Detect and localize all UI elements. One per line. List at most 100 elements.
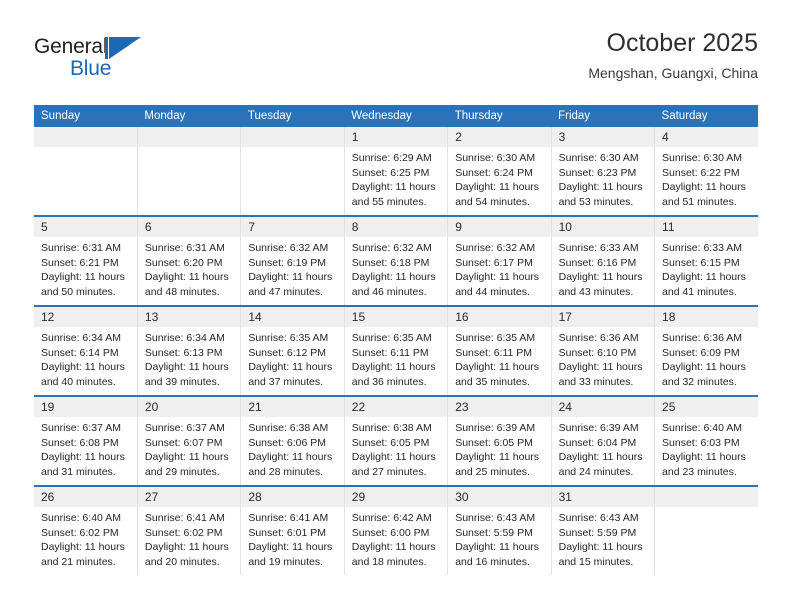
flag-pole-icon xyxy=(105,37,108,59)
calendar-day-cell[interactable]: 8 Sunrise: 6:32 AM Sunset: 6:18 PM Daylight… xyxy=(344,215,449,306)
daylight-text: Daylight: 11 hours and 15 minutes. xyxy=(558,541,643,568)
sunrise-text: Sunrise: 6:32 AM xyxy=(351,242,432,254)
calendar-table: Sunday Monday Tuesday Wednesday Thursday Frid… xyxy=(34,105,758,575)
day-number xyxy=(655,487,758,507)
calendar-day-cell[interactable]: 14 Sunrise: 6:35 AM Sunset: 6:12 PM Dayligh… xyxy=(240,305,345,396)
calendar-day-cell[interactable]: 24 Sunrise: 6:39 AM Sunset: 6:04 PM Dayligh… xyxy=(551,395,656,486)
day-number: 12 xyxy=(34,307,137,327)
day-number: 21 xyxy=(241,397,344,417)
daylight-text: Daylight: 11 hours and 23 minutes. xyxy=(662,451,746,478)
calendar-day-cell[interactable]: 10 Sunrise: 6:33 AM Sunset: 6:16 PM Dayligh… xyxy=(551,215,656,306)
sunset-text: Sunset: 6:00 PM xyxy=(351,526,430,539)
day-details: Sunrise: 6:43 AM Sunset: 5:59 PM Daylight:… xyxy=(552,507,654,569)
sunset-text: Sunset: 6:16 PM xyxy=(558,256,637,269)
sunset-text: Sunset: 6:21 PM xyxy=(41,256,119,269)
calendar-day-cell[interactable]: 25 Sunrise: 6:40 AM Sunset: 6:03 PM Dayligh… xyxy=(654,395,758,486)
calendar-day-cell[interactable]: 9 Sunrise: 6:32 AM Sunset: 6:17 PM Daylight… xyxy=(447,215,552,306)
sunset-text: Sunset: 6:02 PM xyxy=(144,526,223,539)
calendar-day-cell[interactable]: 7 Sunrise: 6:32 AM Sunset: 6:19 PM Daylight… xyxy=(240,215,345,306)
daylight-text: Daylight: 11 hours and 53 minutes. xyxy=(558,181,643,208)
calendar-day-cell[interactable]: 27 Sunrise: 6:41 AM Sunset: 6:02 PM Dayligh… xyxy=(137,485,242,575)
calendar-day-cell[interactable]: 6 Sunrise: 6:31 AM Sunset: 6:20 PM Daylight… xyxy=(137,215,242,306)
day-details: Sunrise: 6:30 AM Sunset: 6:22 PM Daylight:… xyxy=(655,147,758,209)
daylight-text: Daylight: 11 hours and 28 minutes. xyxy=(248,451,333,478)
daylight-text: Daylight: 11 hours and 41 minutes. xyxy=(662,271,746,298)
sunset-text: Sunset: 6:07 PM xyxy=(144,436,223,449)
sunrise-text: Sunrise: 6:36 AM xyxy=(662,332,742,344)
calendar-day-cell[interactable]: 18 Sunrise: 6:36 AM Sunset: 6:09 PM Dayligh… xyxy=(654,305,758,396)
calendar-day-cell[interactable]: 16 Sunrise: 6:35 AM Sunset: 6:11 PM Dayligh… xyxy=(447,305,552,396)
day-details: Sunrise: 6:31 AM Sunset: 6:20 PM Daylight:… xyxy=(138,237,240,299)
day-number: 20 xyxy=(137,397,241,417)
daylight-text: Daylight: 11 hours and 18 minutes. xyxy=(351,541,436,568)
day-details: Sunrise: 6:40 AM Sunset: 6:02 PM Daylight:… xyxy=(34,507,137,569)
calendar-day-cell[interactable]: 5 Sunrise: 6:31 AM Sunset: 6:21 PM Daylight… xyxy=(34,215,138,306)
day-details: Sunrise: 6:41 AM Sunset: 6:01 PM Daylight:… xyxy=(241,507,343,569)
sunrise-text: Sunrise: 6:38 AM xyxy=(248,422,329,434)
calendar-day-cell[interactable]: 23 Sunrise: 6:39 AM Sunset: 6:05 PM Dayligh… xyxy=(447,395,552,486)
sunset-text: Sunset: 6:25 PM xyxy=(351,166,430,179)
brand-logo[interactable]: General Blue xyxy=(34,34,234,86)
calendar-day-cell[interactable]: 12 Sunrise: 6:34 AM Sunset: 6:14 PM Dayligh… xyxy=(34,305,138,396)
day-details: Sunrise: 6:33 AM Sunset: 6:16 PM Daylight:… xyxy=(552,237,654,299)
sunrise-text: Sunrise: 6:31 AM xyxy=(41,242,121,254)
sunrise-text: Sunrise: 6:33 AM xyxy=(558,242,639,254)
daylight-text: Daylight: 11 hours and 55 minutes. xyxy=(351,181,436,208)
day-details: Sunrise: 6:30 AM Sunset: 6:23 PM Daylight:… xyxy=(552,147,654,209)
sunrise-text: Sunrise: 6:35 AM xyxy=(351,332,432,344)
sunrise-text: Sunrise: 6:34 AM xyxy=(144,332,225,344)
calendar-day-cell[interactable]: 2 Sunrise: 6:30 AM Sunset: 6:24 PM Daylight… xyxy=(447,127,552,216)
sunset-text: Sunset: 6:13 PM xyxy=(144,346,223,359)
daylight-text: Daylight: 11 hours and 50 minutes. xyxy=(41,271,125,298)
sunrise-text: Sunrise: 6:32 AM xyxy=(248,242,329,254)
daylight-text: Daylight: 11 hours and 21 minutes. xyxy=(41,541,125,568)
calendar-day-cell[interactable]: 21 Sunrise: 6:38 AM Sunset: 6:06 PM Dayligh… xyxy=(240,395,345,486)
weekday-header-monday: Monday xyxy=(137,105,241,127)
page-title: October 2025 xyxy=(606,29,759,57)
calendar-day-cell[interactable]: 17 Sunrise: 6:36 AM Sunset: 6:10 PM Dayligh… xyxy=(551,305,656,396)
day-number: 5 xyxy=(34,217,137,237)
calendar-week-row: 5 Sunrise: 6:31 AM Sunset: 6:21 PM Daylight… xyxy=(34,215,758,306)
sunrise-text: Sunrise: 6:37 AM xyxy=(41,422,121,434)
day-details: Sunrise: 6:39 AM Sunset: 6:05 PM Daylight:… xyxy=(448,417,550,479)
daylight-text: Daylight: 11 hours and 36 minutes. xyxy=(351,361,436,388)
sunset-text: Sunset: 6:19 PM xyxy=(248,256,326,269)
calendar-day-cell[interactable]: 30 Sunrise: 6:43 AM Sunset: 5:59 PM Dayligh… xyxy=(447,485,552,575)
calendar-day-cell-empty xyxy=(240,127,345,216)
sunrise-text: Sunrise: 6:41 AM xyxy=(144,512,225,524)
calendar-day-cell[interactable]: 4 Sunrise: 6:30 AM Sunset: 6:22 PM Daylight… xyxy=(654,127,758,216)
weekday-header-tuesday: Tuesday xyxy=(240,105,345,127)
sunset-text: Sunset: 5:59 PM xyxy=(455,526,533,539)
sunrise-text: Sunrise: 6:43 AM xyxy=(558,512,639,524)
sunset-text: Sunset: 6:24 PM xyxy=(455,166,533,179)
calendar-day-cell[interactable]: 19 Sunrise: 6:37 AM Sunset: 6:08 PM Dayligh… xyxy=(34,395,138,486)
day-details: Sunrise: 6:42 AM Sunset: 6:00 PM Daylight:… xyxy=(345,507,447,569)
calendar-day-cell[interactable]: 28 Sunrise: 6:41 AM Sunset: 6:01 PM Dayligh… xyxy=(240,485,345,575)
calendar-day-cell-empty xyxy=(34,127,138,216)
sunset-text: Sunset: 6:09 PM xyxy=(662,346,740,359)
calendar-day-cell[interactable]: 22 Sunrise: 6:38 AM Sunset: 6:05 PM Dayligh… xyxy=(344,395,449,486)
calendar-day-cell[interactable]: 26 Sunrise: 6:40 AM Sunset: 6:02 PM Dayligh… xyxy=(34,485,138,575)
sunset-text: Sunset: 6:04 PM xyxy=(558,436,637,449)
sunset-text: Sunset: 5:59 PM xyxy=(558,526,637,539)
calendar-day-cell[interactable]: 13 Sunrise: 6:34 AM Sunset: 6:13 PM Dayligh… xyxy=(137,305,242,396)
calendar-day-cell[interactable]: 3 Sunrise: 6:30 AM Sunset: 6:23 PM Daylight… xyxy=(551,127,656,216)
daylight-text: Daylight: 11 hours and 24 minutes. xyxy=(558,451,643,478)
calendar-week-row: 12 Sunrise: 6:34 AM Sunset: 6:14 PM Dayligh… xyxy=(34,305,758,396)
sunset-text: Sunset: 6:05 PM xyxy=(455,436,533,449)
day-details: Sunrise: 6:35 AM Sunset: 6:12 PM Daylight:… xyxy=(241,327,343,389)
calendar-body: 1 Sunrise: 6:29 AM Sunset: 6:25 PM Daylight… xyxy=(34,127,758,575)
calendar-day-cell[interactable]: 29 Sunrise: 6:42 AM Sunset: 6:00 PM Dayligh… xyxy=(344,485,449,575)
calendar-page: General Blue October 2025 Mengshan, Guan… xyxy=(0,0,792,612)
calendar-day-cell[interactable]: 20 Sunrise: 6:37 AM Sunset: 6:07 PM Dayligh… xyxy=(137,395,242,486)
calendar-day-cell[interactable]: 11 Sunrise: 6:33 AM Sunset: 6:15 PM Dayligh… xyxy=(654,215,758,306)
day-number: 16 xyxy=(448,307,551,327)
sunrise-text: Sunrise: 6:29 AM xyxy=(351,152,432,164)
daylight-text: Daylight: 11 hours and 31 minutes. xyxy=(41,451,125,478)
brand-name-blue: Blue xyxy=(70,57,112,80)
day-details: Sunrise: 6:36 AM Sunset: 6:10 PM Daylight:… xyxy=(552,327,654,389)
calendar-day-cell[interactable]: 1 Sunrise: 6:29 AM Sunset: 6:25 PM Daylight… xyxy=(344,127,449,216)
weekday-header-friday: Friday xyxy=(551,105,655,127)
calendar-day-cell[interactable]: 31 Sunrise: 6:43 AM Sunset: 5:59 PM Dayligh… xyxy=(551,485,656,575)
calendar-day-cell[interactable]: 15 Sunrise: 6:35 AM Sunset: 6:11 PM Dayligh… xyxy=(344,305,449,396)
